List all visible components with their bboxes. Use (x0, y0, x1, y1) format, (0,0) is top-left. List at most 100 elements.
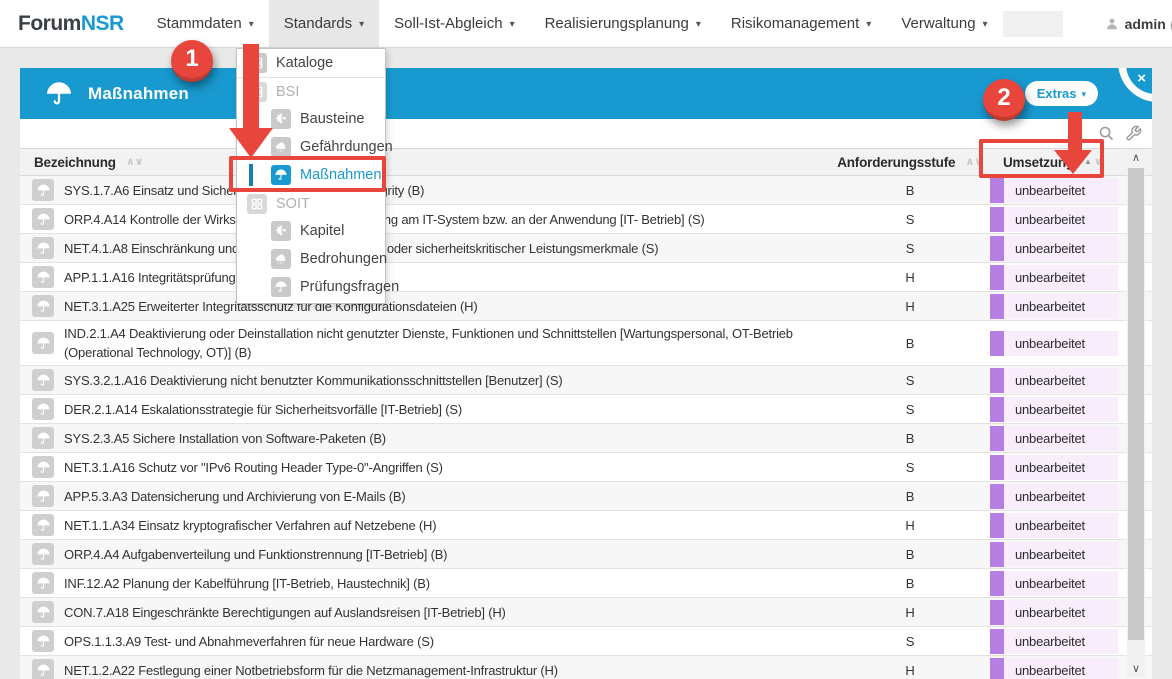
cell-bezeichnung: APP.5.3.A3 Datensicherung und Archivieru… (20, 482, 830, 510)
cell-bezeichnung: SYS.3.2.1.A16 Deaktivierung nicht benutz… (20, 366, 830, 394)
table-row[interactable]: ORP.4.A4 Aufgabenverteilung und Funktion… (20, 540, 1152, 569)
umbrella-icon (32, 659, 54, 679)
nav-item-risikomanagement[interactable]: Risikomanagement▾ (716, 0, 886, 47)
cell-umsetzung: unbearbeitet (990, 205, 1120, 233)
scroll-up-arrow-icon[interactable]: ∧ (1127, 150, 1145, 166)
sort-desc-icon[interactable]: ∨ (135, 157, 144, 168)
extras-label: Extras (1037, 86, 1077, 101)
cell-umsetzung: unbearbeitet (990, 511, 1120, 539)
storm-icon (271, 249, 291, 269)
column-label: Bezeichnung (34, 155, 116, 170)
table-row[interactable]: APP.1.1.A16 Integritätsprüfung von Dokum… (20, 263, 1152, 292)
menu-item-bsi: BSI (237, 77, 385, 105)
table-row[interactable]: NET.3.1.A25 Erweiterter Integritätsschut… (20, 292, 1152, 321)
status-badge: unbearbeitet (990, 455, 1118, 480)
table-settings-wrench-icon[interactable] (1125, 125, 1142, 142)
annotation-arrow-2 (1068, 112, 1082, 152)
umbrella-icon (32, 332, 54, 354)
menu-item-label: Kapitel (300, 223, 344, 239)
cell-umsetzung: unbearbeitet (990, 395, 1120, 423)
cell-bezeichnung: NET.4.1.A8 Einschränkung und Sperrung ni… (20, 234, 830, 262)
column-header-bezeichnung[interactable]: Bezeichnung ∧∨ (20, 155, 830, 170)
umbrella-icon (32, 485, 54, 507)
sort-asc-icon[interactable]: ∧ (965, 157, 974, 168)
status-badge: unbearbeitet (990, 236, 1118, 261)
chevron-down-icon: ▾ (696, 19, 701, 30)
table-row[interactable]: NET.4.1.A8 Einschränkung und Sperrung ni… (20, 234, 1152, 263)
table-row[interactable]: SYS.3.2.1.A16 Deaktivierung nicht benutz… (20, 366, 1152, 395)
top-header: ForumNSR Stammdaten▾Standards▾Soll-Ist-A… (0, 0, 1172, 48)
menu-item-label: BSI (276, 84, 299, 100)
umbrella-icon (32, 369, 54, 391)
menu-item-kataloge[interactable]: Kataloge (237, 49, 385, 77)
cell-umsetzung: unbearbeitet (990, 540, 1120, 568)
table-row[interactable]: INF.12.A2 Planung der Kabelführung [IT-B… (20, 569, 1152, 598)
annotation-arrow-2-head (1054, 150, 1092, 174)
cell-anforderungsstufe: H (830, 605, 990, 620)
status-badge: unbearbeitet (990, 426, 1118, 451)
table-row[interactable]: APP.5.3.A3 Datensicherung und Archivieru… (20, 482, 1152, 511)
status-badge: unbearbeitet (990, 542, 1118, 567)
cell-anforderungsstufe: B (830, 576, 990, 591)
table-row[interactable]: SYS.2.3.A5 Sichere Installation von Soft… (20, 424, 1152, 453)
cell-umsetzung: unbearbeitet (990, 234, 1120, 262)
user-name: admin (1125, 16, 1166, 32)
status-badge: unbearbeitet (990, 658, 1118, 679)
measure-title: DER.2.1.A14 Eskalationsstrategie für Sic… (64, 400, 462, 419)
vertical-scrollbar[interactable]: ∧ ∨ (1127, 150, 1145, 677)
cell-bezeichnung: ORP.4.A14 Kontrolle der Wirksamkeit der … (20, 205, 830, 233)
cell-umsetzung: unbearbeitet (990, 569, 1120, 597)
nav-item-soll-ist-abgleich[interactable]: Soll-Ist-Abgleich▾ (379, 0, 529, 47)
cell-umsetzung: unbearbeitet (990, 482, 1120, 510)
menu-item-kapitel[interactable]: Kapitel (237, 217, 385, 245)
nav-item-verwaltung[interactable]: Verwaltung▾ (886, 0, 1002, 47)
menu-item-pr-fungsfragen[interactable]: Prüfungsfragen (237, 273, 385, 301)
cell-anforderungsstufe: B (830, 183, 990, 198)
table-row[interactable]: IND.2.1.A4 Deaktivierung oder Deinstalla… (20, 321, 1152, 366)
table-row[interactable]: ORP.4.A14 Kontrolle der Wirksamkeit der … (20, 205, 1152, 234)
menu-item-bedrohungen[interactable]: Bedrohungen (237, 245, 385, 273)
table-row[interactable]: OPS.1.1.3.A9 Test- und Abnahmeverfahren … (20, 627, 1152, 656)
screen: ForumNSR Stammdaten▾Standards▾Soll-Ist-A… (0, 0, 1172, 679)
close-icon[interactable]: × (1137, 70, 1146, 87)
umbrella-icon (271, 277, 291, 297)
umbrella-icon (32, 543, 54, 565)
user-menu[interactable]: admin (ADMINISTRATOR) ▾ (1105, 16, 1172, 32)
extras-button[interactable]: Extras ▾ (1025, 81, 1098, 106)
status-badge: unbearbeitet (990, 571, 1118, 596)
umbrella-icon (32, 208, 54, 230)
cell-anforderungsstufe: S (830, 634, 990, 649)
status-badge: unbearbeitet (990, 294, 1118, 319)
chevron-down-icon: ▾ (359, 19, 364, 30)
measure-title: NET.1.2.A22 Festlegung einer Notbetriebs… (64, 661, 558, 679)
measure-title: ORP.4.A4 Aufgabenverteilung und Funktion… (64, 545, 447, 564)
table-row[interactable]: NET.3.1.A16 Schutz vor "IPv6 Routing Hea… (20, 453, 1152, 482)
cell-anforderungsstufe: S (830, 212, 990, 227)
table-row[interactable]: CON.7.A18 Eingeschränkte Berechtigungen … (20, 598, 1152, 627)
measure-title: NET.3.1.A16 Schutz vor "IPv6 Routing Hea… (64, 458, 443, 477)
cell-bezeichnung: NET.3.1.A25 Erweiterter Integritätsschut… (20, 292, 830, 320)
nav-item-realisierungsplanung[interactable]: Realisierungsplanung▾ (530, 0, 716, 47)
scroll-down-arrow-icon[interactable]: ∨ (1127, 661, 1145, 677)
cell-umsetzung: unbearbeitet (990, 263, 1120, 291)
scrollbar-thumb[interactable] (1128, 168, 1144, 640)
cell-umsetzung: unbearbeitet (990, 627, 1120, 655)
table-body: SYS.1.7.A6 Einsatz und Sicherheit der z/… (20, 176, 1152, 679)
menu-item-soit: SOIT (237, 189, 385, 217)
cell-anforderungsstufe: S (830, 402, 990, 417)
table-row[interactable]: DER.2.1.A14 Eskalationsstrategie für Sic… (20, 395, 1152, 424)
table-row[interactable]: NET.1.2.A22 Festlegung einer Notbetriebs… (20, 656, 1152, 679)
nav-item-stammdaten[interactable]: Stammdaten▾ (142, 0, 269, 47)
table-row[interactable]: SYS.1.7.A6 Einsatz und Sicherheit der z/… (20, 176, 1152, 205)
nav-item-standards[interactable]: Standards▾ (269, 0, 379, 47)
umbrella-icon (32, 572, 54, 594)
storm-icon (271, 137, 291, 157)
sort-asc-icon[interactable]: ∧ (126, 157, 135, 168)
table-row[interactable]: NET.1.1.A34 Einsatz kryptografischer Ver… (20, 511, 1152, 540)
logo-text-accent: NSR (81, 12, 124, 36)
umbrella-icon (32, 295, 54, 317)
column-header-anforderungsstufe[interactable]: Anforderungsstufe∧∨ (830, 155, 990, 170)
measure-title: SYS.3.2.1.A16 Deaktivierung nicht benutz… (64, 371, 563, 390)
cell-bezeichnung: IND.2.1.A4 Deaktivierung oder Deinstalla… (20, 321, 830, 365)
app-logo[interactable]: ForumNSR (0, 0, 142, 47)
